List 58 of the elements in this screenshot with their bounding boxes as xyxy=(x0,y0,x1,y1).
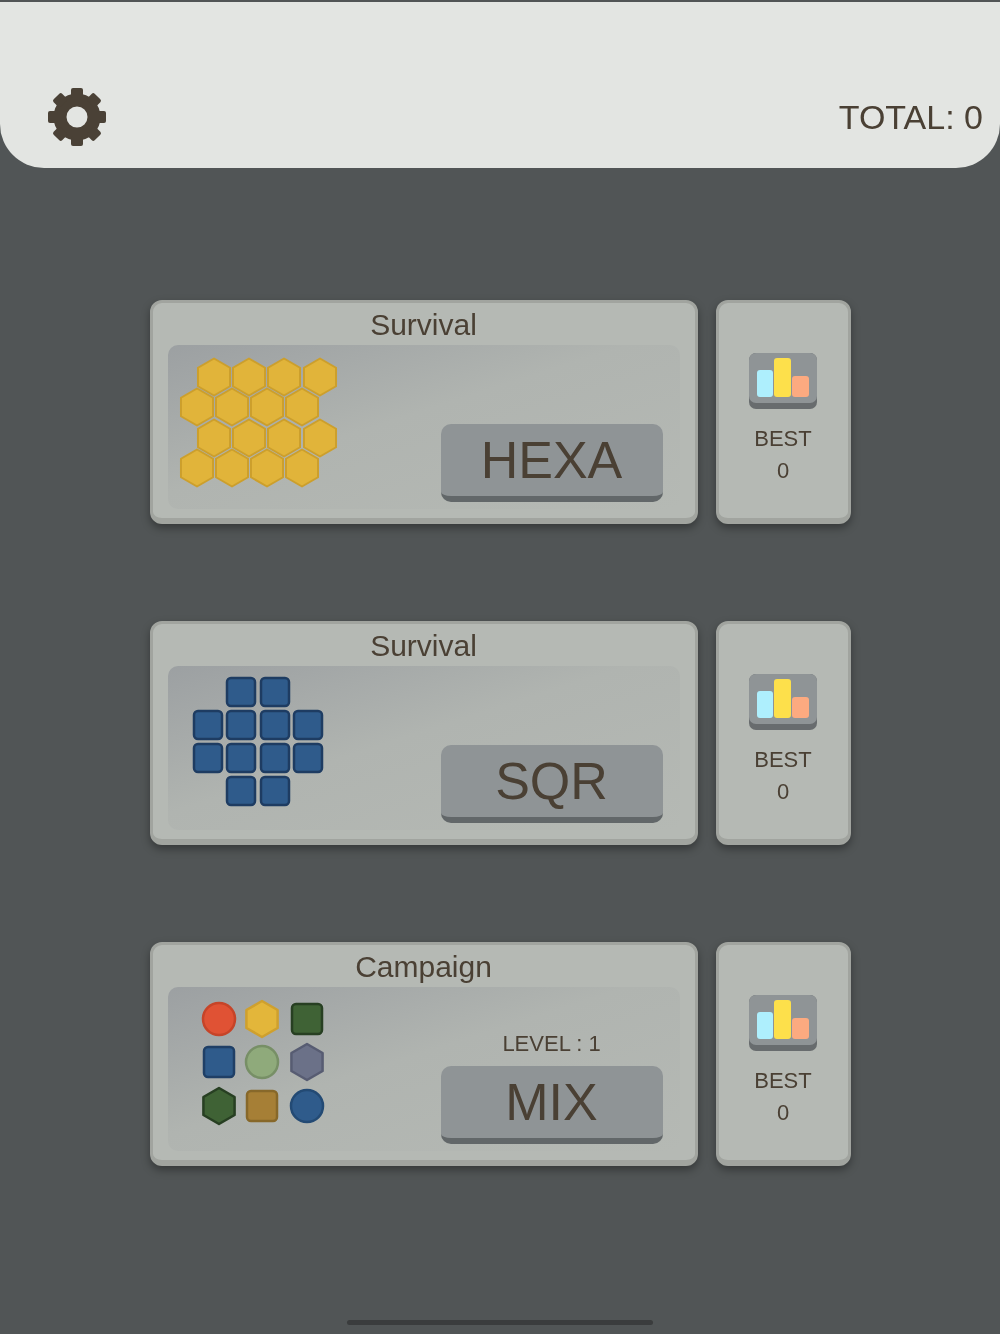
square-icon xyxy=(225,775,256,807)
hexagon-icon xyxy=(249,448,284,488)
mode-title: Survival xyxy=(370,306,477,343)
hexagon-icon xyxy=(214,387,249,427)
hexagon-icon xyxy=(196,357,231,397)
hexagon-icon xyxy=(196,418,231,458)
best-score: 0 xyxy=(776,1099,790,1127)
settings-icon[interactable] xyxy=(48,88,106,146)
hexagon-icon xyxy=(289,1042,324,1082)
square-icon xyxy=(225,676,256,708)
hexagon-icon xyxy=(266,357,301,397)
square-icon xyxy=(290,1002,323,1036)
square-icon xyxy=(259,709,290,741)
mode-title: Campaign xyxy=(355,948,492,985)
square-icon xyxy=(225,709,256,741)
hexagon-icon xyxy=(201,1086,236,1126)
circle-icon xyxy=(201,1001,236,1037)
hexagon-icon xyxy=(302,418,337,458)
bar-chart-icon xyxy=(749,674,817,730)
square-icon xyxy=(259,775,290,807)
best-score: 0 xyxy=(776,457,790,485)
best-label: BEST xyxy=(754,746,812,774)
hexagon-icon xyxy=(179,387,214,427)
best-label: BEST xyxy=(754,425,812,453)
hexagon-icon xyxy=(302,357,337,397)
square-icon xyxy=(292,742,323,774)
leaderboard-card[interactable]: BEST 0 xyxy=(715,300,851,524)
square-icon xyxy=(192,709,223,741)
play-button[interactable]: MIX xyxy=(440,1066,663,1144)
total-score: TOTAL: 0 xyxy=(838,97,983,138)
play-button[interactable]: HEXA xyxy=(440,424,663,502)
circle-icon xyxy=(244,1044,279,1080)
bar-chart-icon xyxy=(749,353,817,409)
hexagon-icon xyxy=(249,387,284,427)
mode-title: Survival xyxy=(370,627,477,664)
hexagon-icon xyxy=(284,387,319,427)
leaderboard-card[interactable]: BEST 0 xyxy=(715,942,851,1166)
square-icon xyxy=(192,742,223,774)
best-label: BEST xyxy=(754,1067,812,1095)
hexagon-icon xyxy=(266,418,301,458)
square-icon xyxy=(202,1045,235,1079)
hexagon-icon xyxy=(179,448,214,488)
hexagon-icon xyxy=(231,357,266,397)
square-icon xyxy=(245,1089,278,1123)
square-icon xyxy=(259,676,290,708)
hexagon-icon xyxy=(214,448,249,488)
hexagon-icon xyxy=(231,418,266,458)
hexagon-icon xyxy=(284,448,319,488)
square-icon xyxy=(292,709,323,741)
best-score: 0 xyxy=(776,778,790,806)
bar-chart-icon xyxy=(749,995,817,1051)
play-button[interactable]: SQR xyxy=(440,745,663,823)
hexagon-icon xyxy=(244,999,279,1039)
square-icon xyxy=(259,742,290,774)
circle-icon xyxy=(289,1088,324,1124)
square-icon xyxy=(225,742,256,774)
leaderboard-card[interactable]: BEST 0 xyxy=(715,621,851,845)
level-label: LEVEL : 1 xyxy=(502,1030,601,1058)
